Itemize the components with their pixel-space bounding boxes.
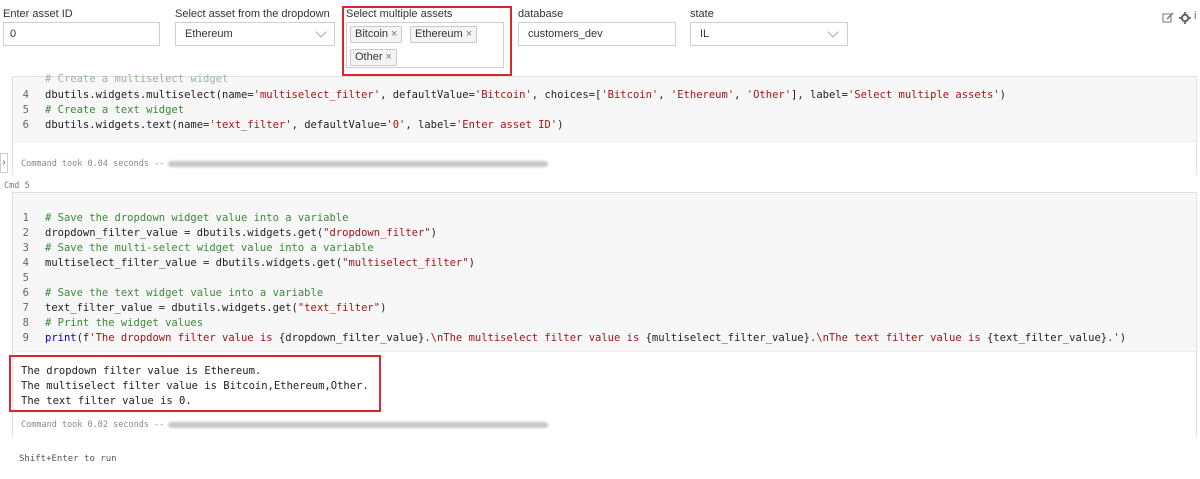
line-number: 3 <box>22 242 29 254</box>
run-hint: Shift+Enter to run <box>19 454 117 464</box>
command-timing: Command took 0.02 seconds -- <box>21 420 549 430</box>
code-line: # Save the text widget value into a vari… <box>45 287 324 299</box>
line-number: 5 <box>22 104 29 116</box>
dropdown-value: Ethereum <box>185 28 233 40</box>
gear-icon[interactable] <box>1179 11 1191 24</box>
database-label: database <box>518 8 564 20</box>
state-value: IL <box>700 28 710 40</box>
collapse-arrow-icon[interactable]: › <box>0 153 8 173</box>
edit-icon[interactable] <box>1162 11 1174 23</box>
line-number: 1 <box>22 212 29 224</box>
asset-id-label: Enter asset ID <box>3 8 73 20</box>
code-line: multiselect_filter_value = dbutils.widge… <box>45 257 475 269</box>
code-line: # Create a text widget <box>45 104 185 116</box>
dropdown-select[interactable]: Ethereum <box>175 22 335 46</box>
command-timing: Command took 0.04 seconds -- <box>21 159 549 169</box>
info-icon[interactable]: i <box>1194 10 1200 23</box>
line-number: 2 <box>22 227 29 239</box>
code-line: # Save the dropdown widget value into a … <box>45 212 349 224</box>
highlight-box <box>9 355 381 412</box>
chevron-down-icon <box>827 26 839 38</box>
highlight-box <box>342 6 512 76</box>
line-number: 6 <box>22 287 29 299</box>
code-line: print(f'The dropdown filter value is {dr… <box>45 332 1127 344</box>
state-label: state <box>690 8 714 20</box>
line-number: 7 <box>22 302 29 314</box>
asset-id-input[interactable]: 0 <box>3 22 160 46</box>
code-line: text_filter_value = dbutils.widgets.get(… <box>45 302 387 314</box>
chevron-down-icon <box>315 26 327 38</box>
code-line: dropdown_filter_value = dbutils.widgets.… <box>45 227 437 239</box>
line-number: 4 <box>22 89 29 101</box>
code-line: dbutils.widgets.multiselect(name='multis… <box>45 89 1006 101</box>
asset-id-value: 0 <box>10 28 17 40</box>
code-line: dbutils.widgets.text(name='text_filter',… <box>45 119 564 131</box>
line-number: 6 <box>22 119 29 131</box>
line-number: 5 <box>22 272 29 284</box>
code-line: # Save the multi-select widget value int… <box>45 242 374 254</box>
dropdown-label: Select asset from the dropdown <box>175 8 330 20</box>
state-select[interactable]: IL <box>690 22 848 46</box>
database-value: customers_dev <box>528 28 603 40</box>
line-number: 4 <box>22 257 29 269</box>
code-line: # Print the widget values <box>45 317 204 329</box>
cmd-label: Cmd 5 <box>4 181 30 191</box>
line-number: 9 <box>22 332 29 344</box>
line-number: 8 <box>22 317 29 329</box>
database-input[interactable]: customers_dev <box>518 22 676 46</box>
code-line-partial: # Create a multiselect widget <box>45 73 229 85</box>
notebook-cell[interactable]: # Create a multiselect widget 4 dbutils.… <box>12 73 1197 176</box>
